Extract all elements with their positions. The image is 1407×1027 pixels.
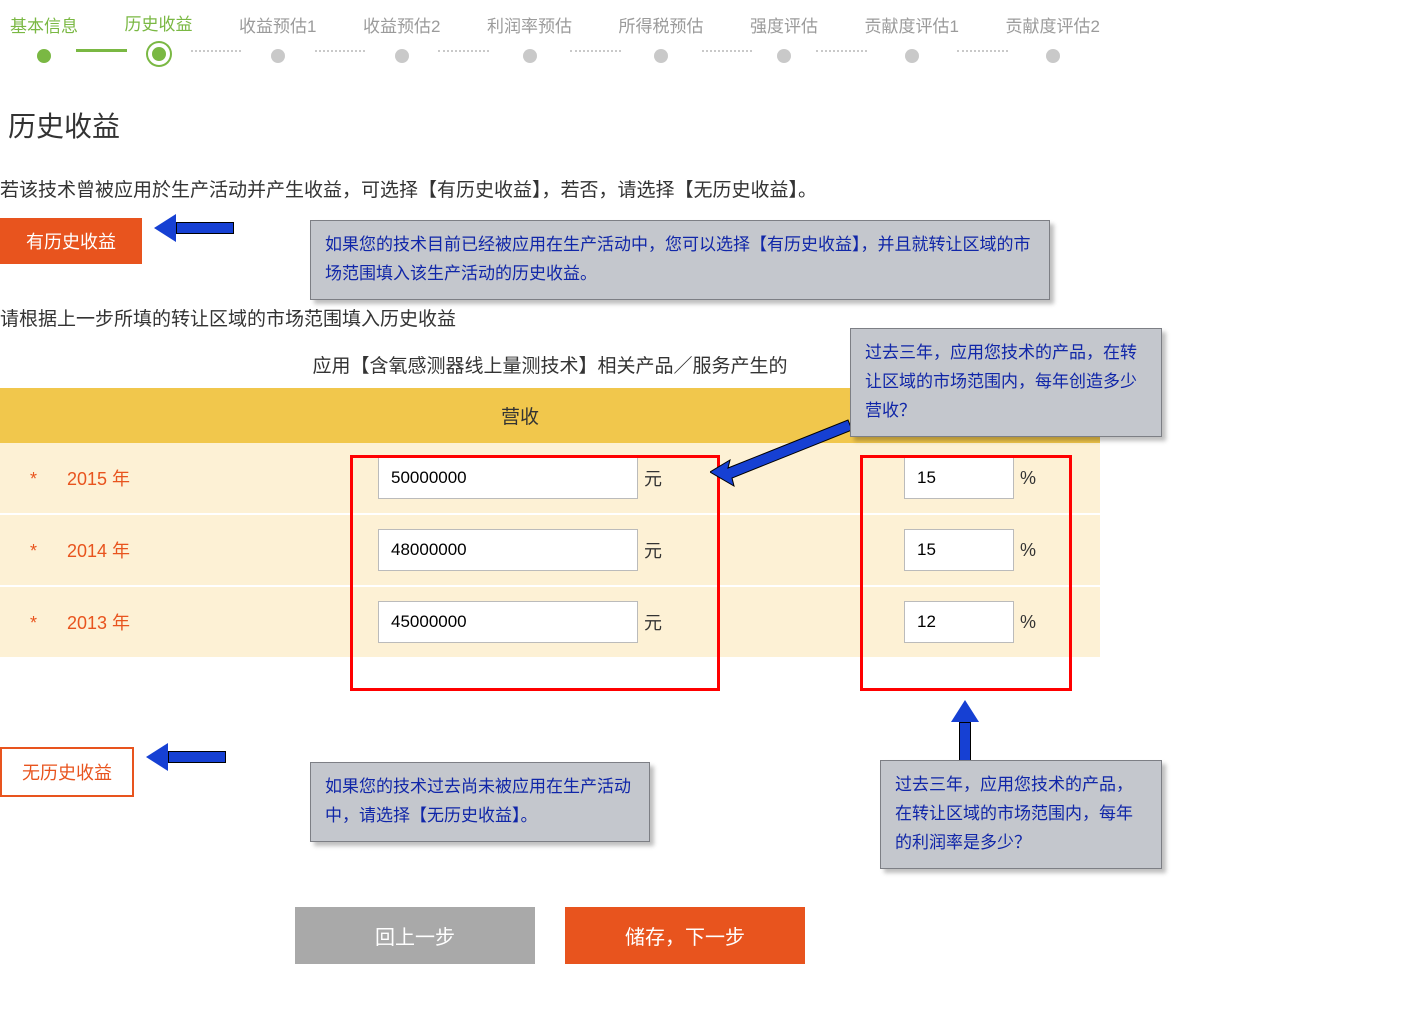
has-history-button[interactable]: 有历史收益 xyxy=(0,218,142,264)
save-next-button[interactable]: 储存，下一步 xyxy=(565,907,805,964)
table-row: *2013 年 元 % xyxy=(0,586,1100,657)
callout-revenue: 过去三年，应用您技术的产品，在转让区域的市场范围内，每年创造多少营收？ xyxy=(850,328,1162,437)
callout-no-history: 如果您的技术过去尚未被应用在生产活动中，请选择【无历史收益】。 xyxy=(310,762,650,842)
prev-button[interactable]: 回上一步 xyxy=(295,907,535,964)
step-dot-icon xyxy=(777,49,791,63)
callout-has-history: 如果您的技术目前已经被应用在生产活动中，您可以选择【有历史收益】，并且就转让区域… xyxy=(310,220,1050,300)
step-dot-icon xyxy=(523,49,537,63)
stepper: 基本信息 历史收益 收益预估1 收益预估2 利润率预估 所得税预估 强度评估 贡… xyxy=(10,10,1100,65)
revenue-input-2014[interactable] xyxy=(378,529,638,571)
margin-input-2014[interactable] xyxy=(904,529,1014,571)
unit-label: % xyxy=(1020,540,1036,561)
year-label: 2014 年 xyxy=(67,541,130,561)
year-label: 2015 年 xyxy=(67,469,130,489)
unit-label: % xyxy=(1020,468,1036,489)
step-dot-icon xyxy=(395,49,409,63)
step-dot-icon xyxy=(148,43,170,65)
step-history[interactable]: 历史收益 xyxy=(125,10,193,65)
step-line xyxy=(438,50,489,52)
step-dot-icon xyxy=(271,49,285,63)
table-row: *2014 年 元 % xyxy=(0,514,1100,586)
step-line xyxy=(191,50,242,52)
unit-label: 元 xyxy=(644,537,662,563)
instruction-text: 请根据上一步所填的转让区域的市场范围填入历史收益 xyxy=(0,304,1100,331)
arrow-left-icon xyxy=(146,747,226,767)
col-revenue: 营收 xyxy=(320,388,720,443)
step-line xyxy=(570,50,621,52)
page-title: 历史收益 xyxy=(8,105,1100,145)
intro-text: 若该技术曾被应用於生产活动并产生收益，可选择【有历史收益】，若否，请选择【无历史… xyxy=(0,175,1100,202)
unit-label: 元 xyxy=(644,609,662,635)
revenue-input-2013[interactable] xyxy=(378,601,638,643)
step-line xyxy=(702,50,753,52)
step-contribution1[interactable]: 贡献度评估1 xyxy=(865,12,959,63)
year-label: 2013 年 xyxy=(67,613,130,633)
step-line xyxy=(957,50,1008,52)
step-margin-forecast[interactable]: 利润率预估 xyxy=(487,12,572,63)
margin-input-2013[interactable] xyxy=(904,601,1014,643)
unit-label: 元 xyxy=(644,465,662,491)
step-intensity[interactable]: 强度评估 xyxy=(750,12,818,63)
step-line xyxy=(816,50,867,52)
step-tax-forecast[interactable]: 所得税预估 xyxy=(619,12,704,63)
arrow-left-icon xyxy=(154,218,234,238)
unit-label: % xyxy=(1020,612,1036,633)
step-forecast2[interactable]: 收益预估2 xyxy=(363,12,440,63)
no-history-button[interactable]: 无历史收益 xyxy=(0,747,134,797)
margin-input-2015[interactable] xyxy=(904,457,1014,499)
callout-margin: 过去三年，应用您技术的产品，在转让区域的市场范围内，每年的利润率是多少？ xyxy=(880,760,1162,869)
step-dot-icon xyxy=(905,49,919,63)
table-row: *2015 年 元 % xyxy=(0,443,1100,514)
step-forecast1[interactable]: 收益预估1 xyxy=(239,12,316,63)
step-line xyxy=(76,49,127,52)
revenue-input-2015[interactable] xyxy=(378,457,638,499)
step-line xyxy=(315,50,366,52)
step-dot-icon xyxy=(654,49,668,63)
step-contribution2[interactable]: 贡献度评估2 xyxy=(1006,12,1100,63)
step-dot-icon xyxy=(37,49,51,63)
step-basic-info[interactable]: 基本信息 xyxy=(10,12,78,63)
step-dot-icon xyxy=(1046,49,1060,63)
arrow-diagonal-icon xyxy=(710,412,860,497)
